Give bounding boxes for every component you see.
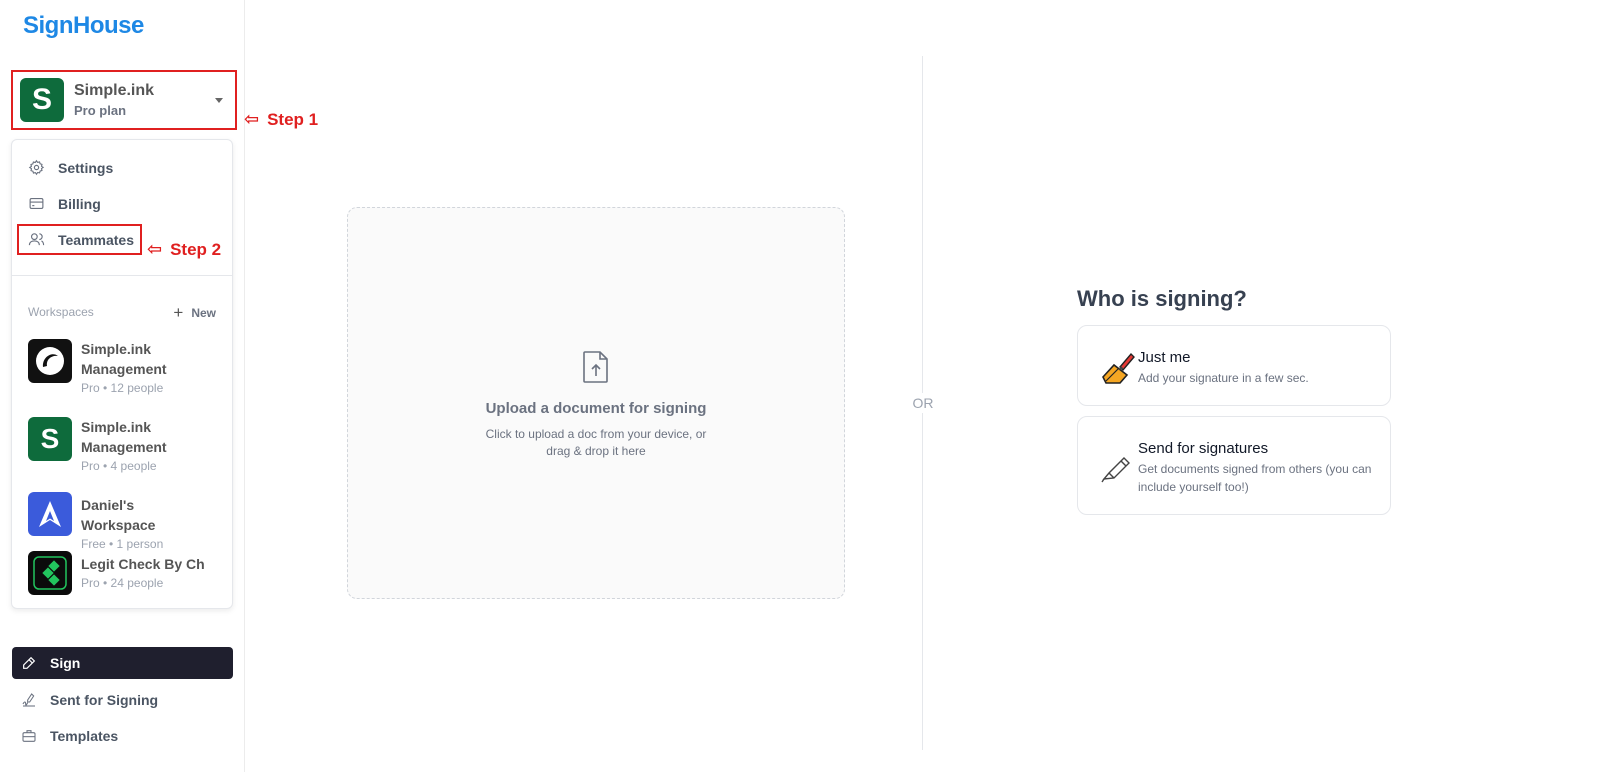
new-workspace-label: New [191, 306, 216, 320]
menu-divider [12, 275, 232, 276]
black-circle-logo [28, 339, 72, 383]
upload-subtitle-line1: Click to upload a doc from your device, … [485, 427, 707, 441]
nav-item-label: Sign [50, 655, 81, 671]
workspace-name: Simple.ink Management [81, 341, 167, 377]
sidebar: SignHouse S Simple.ink Pro plan Settings… [0, 0, 245, 772]
workspace-switcher[interactable]: S Simple.ink Pro plan [11, 70, 237, 130]
menu-item-label: Teammates [58, 231, 135, 248]
nav-item-sign[interactable]: Sign [12, 647, 233, 679]
workspace-meta: Free • 1 person [81, 537, 164, 551]
blue-arrow-logo [28, 492, 72, 536]
just-me-desc: Add your signature in a few sec. [1138, 371, 1309, 385]
menu-item-teammates[interactable]: Teammates [28, 231, 134, 248]
step1-annotation: ⇦ Step 1 [244, 109, 318, 130]
just-me-title: Just me [1138, 349, 1191, 366]
send-for-signatures-desc: Get documents signed from others (you ca… [1138, 462, 1372, 494]
workspace-name: Simple.ink [74, 82, 155, 99]
workspace-name: Legit Check By Ch [81, 556, 205, 572]
workspace-meta: Pro • 24 people [81, 576, 164, 590]
chevron-down-icon [215, 97, 223, 103]
nav-item-sent-for-signing[interactable]: Sent for Signing [12, 684, 233, 716]
plus-icon: + [173, 303, 184, 322]
writing-hand-icon [1102, 352, 1135, 384]
pen-icon [23, 656, 36, 669]
workspace-item[interactable]: Legit Check By Ch Pro • 24 people [28, 551, 206, 595]
menu-item-label: Settings [58, 159, 114, 176]
workspace-plan: Pro plan [74, 103, 127, 118]
workspace-meta: Pro • 4 people [81, 459, 157, 473]
new-workspace-button[interactable]: + New [173, 303, 216, 323]
workspace-info: Simple.ink Pro plan [74, 82, 215, 118]
workspace-item[interactable]: Simple.ink Management Pro • 12 people [28, 339, 206, 395]
upload-dropzone[interactable]: Upload a document for signing Click to u… [347, 207, 845, 599]
nav-item-templates[interactable]: Templates [12, 720, 233, 752]
workspaces-heading: Workspaces [28, 305, 94, 319]
arrow-left-icon: ⇦ [244, 109, 260, 129]
step2-label: Step 2 [170, 239, 222, 259]
menu-item-label: Billing [58, 195, 101, 212]
send-for-signatures-option[interactable]: Send for signatures Get documents signed… [1077, 416, 1391, 515]
green-s-logo: S [28, 417, 72, 461]
step1-label: Step 1 [267, 109, 319, 129]
workspace-item[interactable]: Daniel's Workspace Free • 1 person [28, 492, 206, 551]
or-divider-label: OR [905, 393, 941, 413]
fountain-pen-icon [1101, 457, 1130, 483]
upload-subtitle: Click to upload a doc from your device, … [348, 426, 844, 460]
menu-item-settings[interactable]: Settings [28, 159, 113, 176]
users-icon [28, 233, 45, 246]
green-diamond-logo [28, 551, 72, 595]
file-upload-icon [583, 351, 608, 383]
arrow-left-icon: ⇦ [147, 239, 163, 259]
briefcase-icon [22, 730, 36, 742]
upload-subtitle-line2: drag & drop it here [546, 444, 646, 458]
credit-card-icon [29, 197, 44, 210]
app-logo[interactable]: SignHouse [23, 12, 144, 40]
workspace-item[interactable]: S Simple.ink Management Pro • 4 people [28, 417, 206, 473]
upload-title: Upload a document for signing [485, 400, 707, 417]
send-for-signatures-title: Send for signatures [1138, 440, 1269, 457]
step2-annotation: ⇦ Step 2 [147, 239, 221, 260]
workspace-name: Daniel's Workspace [81, 497, 156, 533]
signature-icon [22, 693, 35, 707]
menu-item-billing[interactable]: Billing [28, 195, 101, 212]
workspace-meta: Pro • 12 people [81, 381, 164, 395]
nav-item-label: Sent for Signing [50, 692, 159, 708]
workspace-avatar: S [20, 78, 64, 122]
just-me-option[interactable]: Just me Add your signature in a few sec. [1077, 325, 1391, 406]
gear-icon [28, 159, 45, 176]
workspace-name: Simple.ink Management [81, 419, 167, 455]
signing-heading: Who is signing? [1077, 286, 1247, 311]
workspace-menu: Settings Billing Teammates Workspaces + … [11, 139, 233, 609]
nav-item-label: Templates [50, 728, 119, 744]
